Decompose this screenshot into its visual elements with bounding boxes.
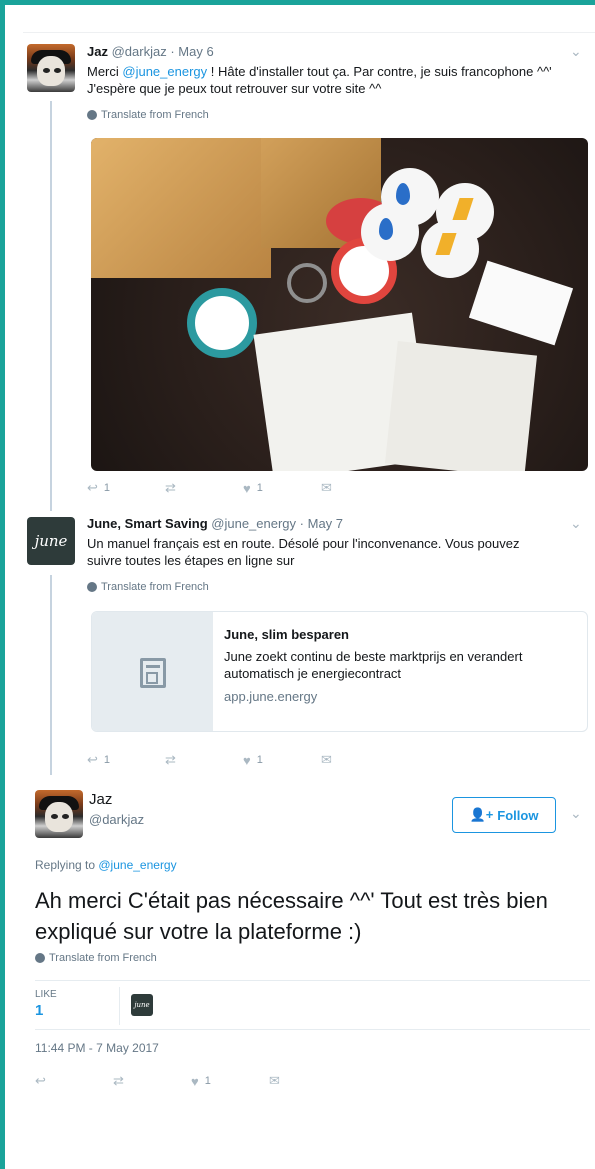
- avatar[interactable]: [27, 44, 75, 92]
- article-icon: [139, 657, 166, 688]
- retweet-icon: ⇄: [165, 752, 176, 767]
- reply-button[interactable]: ↩: [35, 1073, 113, 1089]
- tweet-text: Ah merci C'était pas nécessaire ^^' Tout…: [35, 888, 548, 944]
- add-user-icon: 👤+: [469, 807, 494, 822]
- tweet-actions: ↩ 1 ⇄ ♥ 1 ✉: [87, 752, 399, 768]
- link-card[interactable]: June, slim besparen June zoekt continu d…: [91, 611, 588, 732]
- avatar[interactable]: [35, 790, 83, 838]
- replying-to: Replying to @june_energy: [35, 858, 177, 872]
- reply-icon: ↩: [87, 752, 98, 767]
- retweet-icon: ⇄: [165, 480, 176, 495]
- thread-top-divider: [23, 5, 595, 33]
- reply-button[interactable]: ↩ 1: [87, 480, 165, 496]
- dm-button[interactable]: ✉: [321, 752, 399, 768]
- translate-link[interactable]: Translate from French: [87, 581, 209, 593]
- chevron-down-icon[interactable]: ⌄: [570, 805, 582, 822]
- translate-link[interactable]: Translate from French: [35, 952, 157, 964]
- tweet-time[interactable]: · May 6: [170, 44, 213, 59]
- like-count[interactable]: 1: [35, 1002, 43, 1019]
- heart-icon: ♥: [243, 752, 251, 768]
- tweet-stats: LIKE 1 june: [35, 980, 590, 1030]
- tweet-thread: Jaz @darkjaz · May 6 ⌄ Merci @june_energ…: [5, 5, 595, 1169]
- globe-icon: [87, 582, 97, 592]
- like-button[interactable]: ♥ 1: [243, 753, 321, 768]
- card-url: app.june.energy: [224, 689, 318, 704]
- tweet-text: Merci @june_energy ! Hâte d'installer to…: [87, 64, 552, 96]
- reply-button[interactable]: ↩ 1: [87, 752, 165, 768]
- display-name[interactable]: Jaz: [87, 44, 108, 59]
- display-name[interactable]: June, Smart Saving: [87, 516, 208, 531]
- dm-button[interactable]: ✉: [269, 1073, 347, 1089]
- tweet-time[interactable]: · May 7: [300, 516, 343, 531]
- tweet-actions: ↩ ⇄ ♥ 1 ✉: [35, 1073, 347, 1089]
- mention-link[interactable]: @june_energy: [122, 64, 207, 79]
- retweet-button[interactable]: ⇄: [165, 480, 243, 496]
- card-description: June zoekt continu de beste marktprijs e…: [224, 649, 523, 681]
- envelope-icon: ✉: [321, 480, 332, 495]
- avatar[interactable]: june: [27, 517, 75, 565]
- heart-icon: ♥: [191, 1073, 199, 1089]
- tweet-text: Un manuel français est en route. Désolé …: [87, 536, 520, 568]
- reply-icon: ↩: [87, 480, 98, 495]
- envelope-icon: ✉: [269, 1073, 280, 1088]
- mention-link[interactable]: @june_energy: [98, 858, 176, 872]
- globe-icon: [35, 953, 45, 963]
- chevron-down-icon[interactable]: ⌄: [570, 515, 582, 532]
- card-title: June, slim besparen: [224, 627, 349, 642]
- like-button[interactable]: ♥ 1: [243, 481, 321, 496]
- thread-connector-line: [50, 575, 52, 775]
- user-handle[interactable]: @june_energy: [211, 516, 296, 531]
- translate-link[interactable]: Translate from French: [87, 109, 209, 121]
- tweet-header: June, Smart Saving @june_energy · May 7: [87, 516, 343, 532]
- heart-icon: ♥: [243, 480, 251, 496]
- retweet-button[interactable]: ⇄: [165, 752, 243, 768]
- stats-divider: [119, 987, 120, 1025]
- tweet-photo[interactable]: [91, 138, 588, 471]
- follow-button[interactable]: 👤+ Follow: [452, 797, 556, 833]
- card-thumbnail: [92, 612, 213, 731]
- display-name[interactable]: Jaz: [89, 792, 112, 808]
- globe-icon: [87, 110, 97, 120]
- liker-avatar[interactable]: june: [131, 994, 153, 1016]
- thread-connector-line: [50, 101, 52, 511]
- dm-button[interactable]: ✉: [321, 480, 399, 496]
- like-button[interactable]: ♥ 1: [191, 1074, 269, 1089]
- tweet-actions: ↩ 1 ⇄ ♥ 1 ✉: [87, 480, 399, 496]
- user-handle[interactable]: @darkjaz: [112, 44, 167, 59]
- envelope-icon: ✉: [321, 752, 332, 767]
- chevron-down-icon[interactable]: ⌄: [570, 43, 582, 60]
- retweet-button[interactable]: ⇄: [113, 1073, 191, 1089]
- reply-icon: ↩: [35, 1073, 46, 1088]
- user-handle[interactable]: @darkjaz: [89, 812, 144, 828]
- retweet-icon: ⇄: [113, 1073, 124, 1088]
- tweet-timestamp: 11:44 PM - 7 May 2017: [35, 1041, 159, 1055]
- like-label[interactable]: LIKE: [35, 989, 57, 1000]
- tweet-header: Jaz @darkjaz · May 6: [87, 44, 214, 60]
